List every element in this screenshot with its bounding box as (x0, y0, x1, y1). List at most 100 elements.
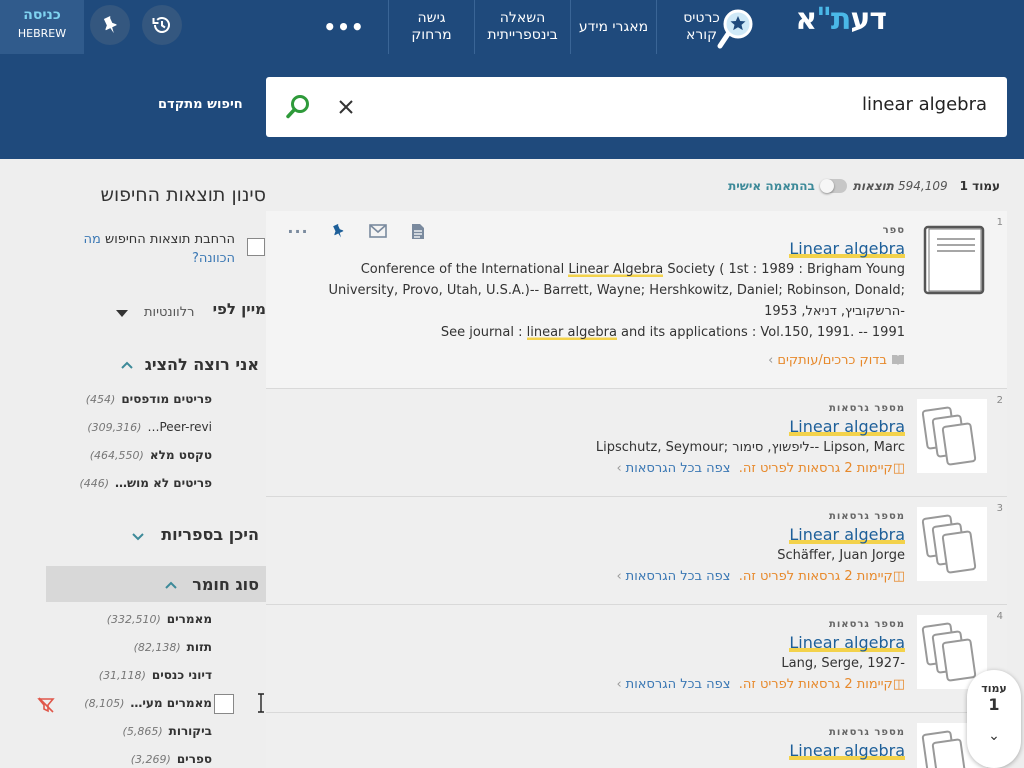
email-result-button[interactable] (358, 221, 398, 241)
expand-results-checkbox[interactable] (247, 238, 265, 256)
facet-name[interactable]: Peer-revi… (147, 420, 212, 434)
results-count: 594,109 (897, 179, 948, 193)
result-title-link[interactable]: Linear algebra (789, 633, 905, 652)
citation-button[interactable] (398, 221, 438, 241)
history-button[interactable] (142, 5, 182, 45)
versions-link[interactable]: ◫קיימות 2 גרסאות לפריט זה. צפה בכל הגרסא… (616, 461, 905, 476)
result-title-text[interactable]: Linear algebra (789, 525, 905, 544)
result-title-text[interactable]: Linear algebra (789, 417, 905, 436)
personalization-toggle[interactable] (819, 179, 847, 193)
facet-name[interactable]: דיוני כנסים (152, 668, 212, 682)
check-volumes-label[interactable]: בדוק כרכים/עותקים (777, 353, 887, 368)
nav-label: מרחוק (411, 27, 452, 43)
result-title-text[interactable]: Linear algebra (789, 633, 905, 652)
facet-item[interactable]: ביקורות (5,865) (78, 722, 212, 740)
view-all-versions-link[interactable]: צפה בכל הגרסאות (626, 461, 731, 476)
pin-result-button[interactable] (318, 221, 358, 241)
facet-section-material[interactable]: סוג חומר (192, 575, 259, 594)
facet-section-library[interactable]: היכן בספריות (161, 525, 259, 544)
facet-name[interactable]: פריטים מודפסים (121, 392, 212, 406)
facet-item[interactable]: פריטים לא מוש… (446) (78, 474, 212, 492)
search-icon[interactable] (285, 94, 311, 120)
facet-name[interactable]: ספרים (177, 752, 212, 766)
result-title-link[interactable]: Linear algebra (789, 239, 905, 258)
search-query[interactable]: linear algebra (862, 94, 987, 115)
check-volumes-link[interactable]: בדוק כרכים/עותקים› (768, 353, 905, 368)
detail-text: See journal : (440, 325, 527, 340)
facet-name[interactable]: טקסט מלא (150, 448, 212, 462)
result-title-link[interactable]: Linear algebra (789, 417, 905, 436)
facet-count: (5,865) (122, 724, 163, 738)
facet-item[interactable]: מאמרים (332,510) (78, 610, 212, 628)
facet-count: (309,316) (87, 420, 142, 434)
nav-interlibrary-loan[interactable]: השאלה בינספרייתית (474, 0, 570, 54)
result-title-text[interactable]: Linear algebra (789, 239, 905, 258)
facet-name[interactable]: תזות (187, 640, 212, 654)
facet-count: (464,550) (89, 448, 144, 462)
language-label[interactable]: HEBREW (0, 27, 84, 40)
exclude-filter-icon[interactable] (37, 696, 55, 714)
open-book-icon (892, 355, 904, 365)
nav-databases[interactable]: מאגרי מידע (570, 0, 656, 54)
facet-item[interactable]: דיוני כנסים (31,118) (78, 666, 212, 684)
chevron-left-icon: › (616, 569, 622, 584)
clear-search-icon[interactable] (338, 99, 354, 115)
multiple-versions-icon[interactable] (917, 399, 987, 473)
chevron-left-icon: › (616, 677, 622, 692)
logo-text-part: ת" (816, 2, 851, 37)
result-title-link[interactable]: Linear algebra (789, 525, 905, 544)
versions-link[interactable]: ◫קיימות 2 גרסאות לפריט זה. צפה בכל הגרסא… (616, 677, 905, 692)
pin-icon (333, 223, 344, 238)
book-thumbnail-icon[interactable] (923, 225, 985, 295)
view-all-versions-link[interactable]: צפה בכל הגרסאות (626, 677, 731, 692)
facet-item[interactable]: ספרים (3,269) (78, 750, 212, 768)
expand-results-text[interactable]: הרחבת תוצאות החיפוש (105, 232, 235, 247)
sort-label: מיין לפי (212, 300, 266, 318)
versions-text: קיימות 2 גרסאות לפריט זה. (738, 461, 893, 476)
personalization-label[interactable]: בהתאמה אישית (728, 179, 815, 193)
facet-item[interactable]: פריטים מודפסים (454) (78, 390, 212, 408)
facet-name[interactable]: מאמרים (167, 612, 212, 626)
caret-down-icon[interactable] (116, 310, 128, 317)
pin-icon (103, 16, 117, 34)
result-title-link[interactable]: Linear algebra (789, 741, 905, 760)
pinned-items-button[interactable] (90, 5, 130, 45)
result-item: 4 מספר גרסאות Linear algebra Lang, Serge… (266, 605, 1007, 713)
result-detail-line: -הרשקוביץ, דניאל, 1953 (764, 304, 905, 319)
facet-name[interactable]: מאמרים מעי… (130, 696, 212, 710)
nav-remote-access[interactable]: גישה מרחוק (388, 0, 474, 54)
versions-link[interactable]: ◫קיימות 2 גרסאות לפריט זה. צפה בכל הגרסא… (616, 569, 905, 584)
exclude-facet-checkbox[interactable] (214, 694, 234, 714)
facet-item[interactable]: Peer-revi… (309,316) (78, 418, 212, 436)
facet-item[interactable]: תזות (82,138) (78, 638, 212, 656)
view-all-versions-link[interactable]: צפה בכל הגרסאות (626, 569, 731, 584)
advanced-search-link[interactable]: חיפוש מתקדם (158, 97, 243, 112)
chevron-down-icon[interactable] (131, 529, 145, 543)
detail-text: and its applications : Vol.150, 1991. --… (616, 325, 905, 340)
chevron-left-icon: › (616, 461, 622, 476)
facet-section-show[interactable]: אני רוצה להציג (145, 355, 259, 374)
page-indicator[interactable]: עמוד 1 ⌄ (967, 670, 1021, 768)
more-menu-button[interactable]: ••• (320, 0, 368, 54)
result-item: 3 מספר גרסאות Linear algebra Schäffer, J… (266, 497, 1007, 605)
chevron-down-icon[interactable]: ⌄ (967, 728, 1021, 744)
facet-item[interactable]: מאמרים מעי… (8,105) (78, 694, 212, 712)
logo-text-part: א (795, 2, 817, 37)
chevron-up-icon[interactable] (164, 578, 178, 592)
facet-name[interactable]: פריטים לא מוש… (115, 476, 212, 490)
result-author: Lipschutz, Seymour; ליפשוץ, סימור-- Lips… (595, 440, 905, 455)
search-input[interactable]: linear algebra (266, 77, 1007, 137)
sort-select[interactable]: רלוונטיות (144, 305, 194, 320)
result-title-text[interactable]: Linear algebra (789, 741, 905, 760)
nav-reader-card[interactable]: כרטיס קורא (656, 0, 746, 54)
facet-item[interactable]: טקסט מלא (464,550) (78, 446, 212, 464)
facet-count: (82,138) (133, 640, 181, 654)
chevron-up-icon[interactable] (120, 358, 134, 372)
facet-name[interactable]: ביקורות (169, 724, 212, 738)
multiple-versions-icon[interactable] (917, 507, 987, 581)
facet-count: (31,118) (98, 668, 146, 682)
more-actions-button[interactable]: ··· (278, 221, 318, 241)
login-button[interactable]: כניסה HEBREW (0, 0, 84, 54)
logo-text-part: דע (850, 2, 887, 37)
expand-results-label[interactable]: הרחבת תוצאות החיפוש מה הכוונה? (75, 230, 235, 268)
